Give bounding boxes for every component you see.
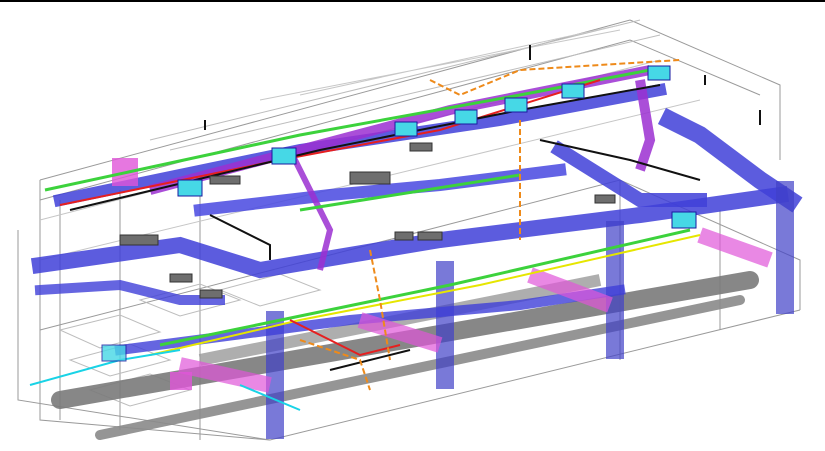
cyan-box-icon bbox=[394, 121, 418, 137]
cyan-box-icon bbox=[454, 109, 478, 125]
cyan-box-icon bbox=[561, 83, 585, 99]
supply-duct-right-riser bbox=[657, 107, 803, 213]
model-viewport[interactable] bbox=[0, 0, 825, 451]
cyan-box-icon bbox=[101, 344, 127, 362]
supply-duct-left-branch bbox=[34, 279, 225, 305]
grey-diffuser-icon bbox=[417, 231, 443, 241]
cyan-box-icon bbox=[671, 211, 697, 229]
grey-diffuser-icon bbox=[394, 231, 414, 241]
grey-diffuser-icon bbox=[409, 142, 433, 152]
exhaust-duct-mid bbox=[287, 148, 334, 271]
grey-diffuser-icon bbox=[209, 175, 241, 185]
cyan-box-icon bbox=[647, 65, 671, 81]
mep-model-svg bbox=[17, 19, 803, 441]
grey-diffuser-icon bbox=[119, 234, 159, 246]
grey-diffuser-icon bbox=[349, 171, 391, 185]
cyan-box-icon bbox=[177, 179, 203, 197]
cyan-box-icon bbox=[271, 147, 297, 165]
grey-diffuser-icon bbox=[594, 194, 616, 204]
magenta-duct-4 bbox=[697, 227, 773, 268]
building-structure bbox=[17, 19, 801, 441]
magenta-box-icon bbox=[170, 372, 192, 390]
grey-diffuser-icon bbox=[169, 273, 193, 283]
cyan-box-icon bbox=[504, 97, 528, 113]
grey-diffuser-icon bbox=[199, 289, 223, 299]
